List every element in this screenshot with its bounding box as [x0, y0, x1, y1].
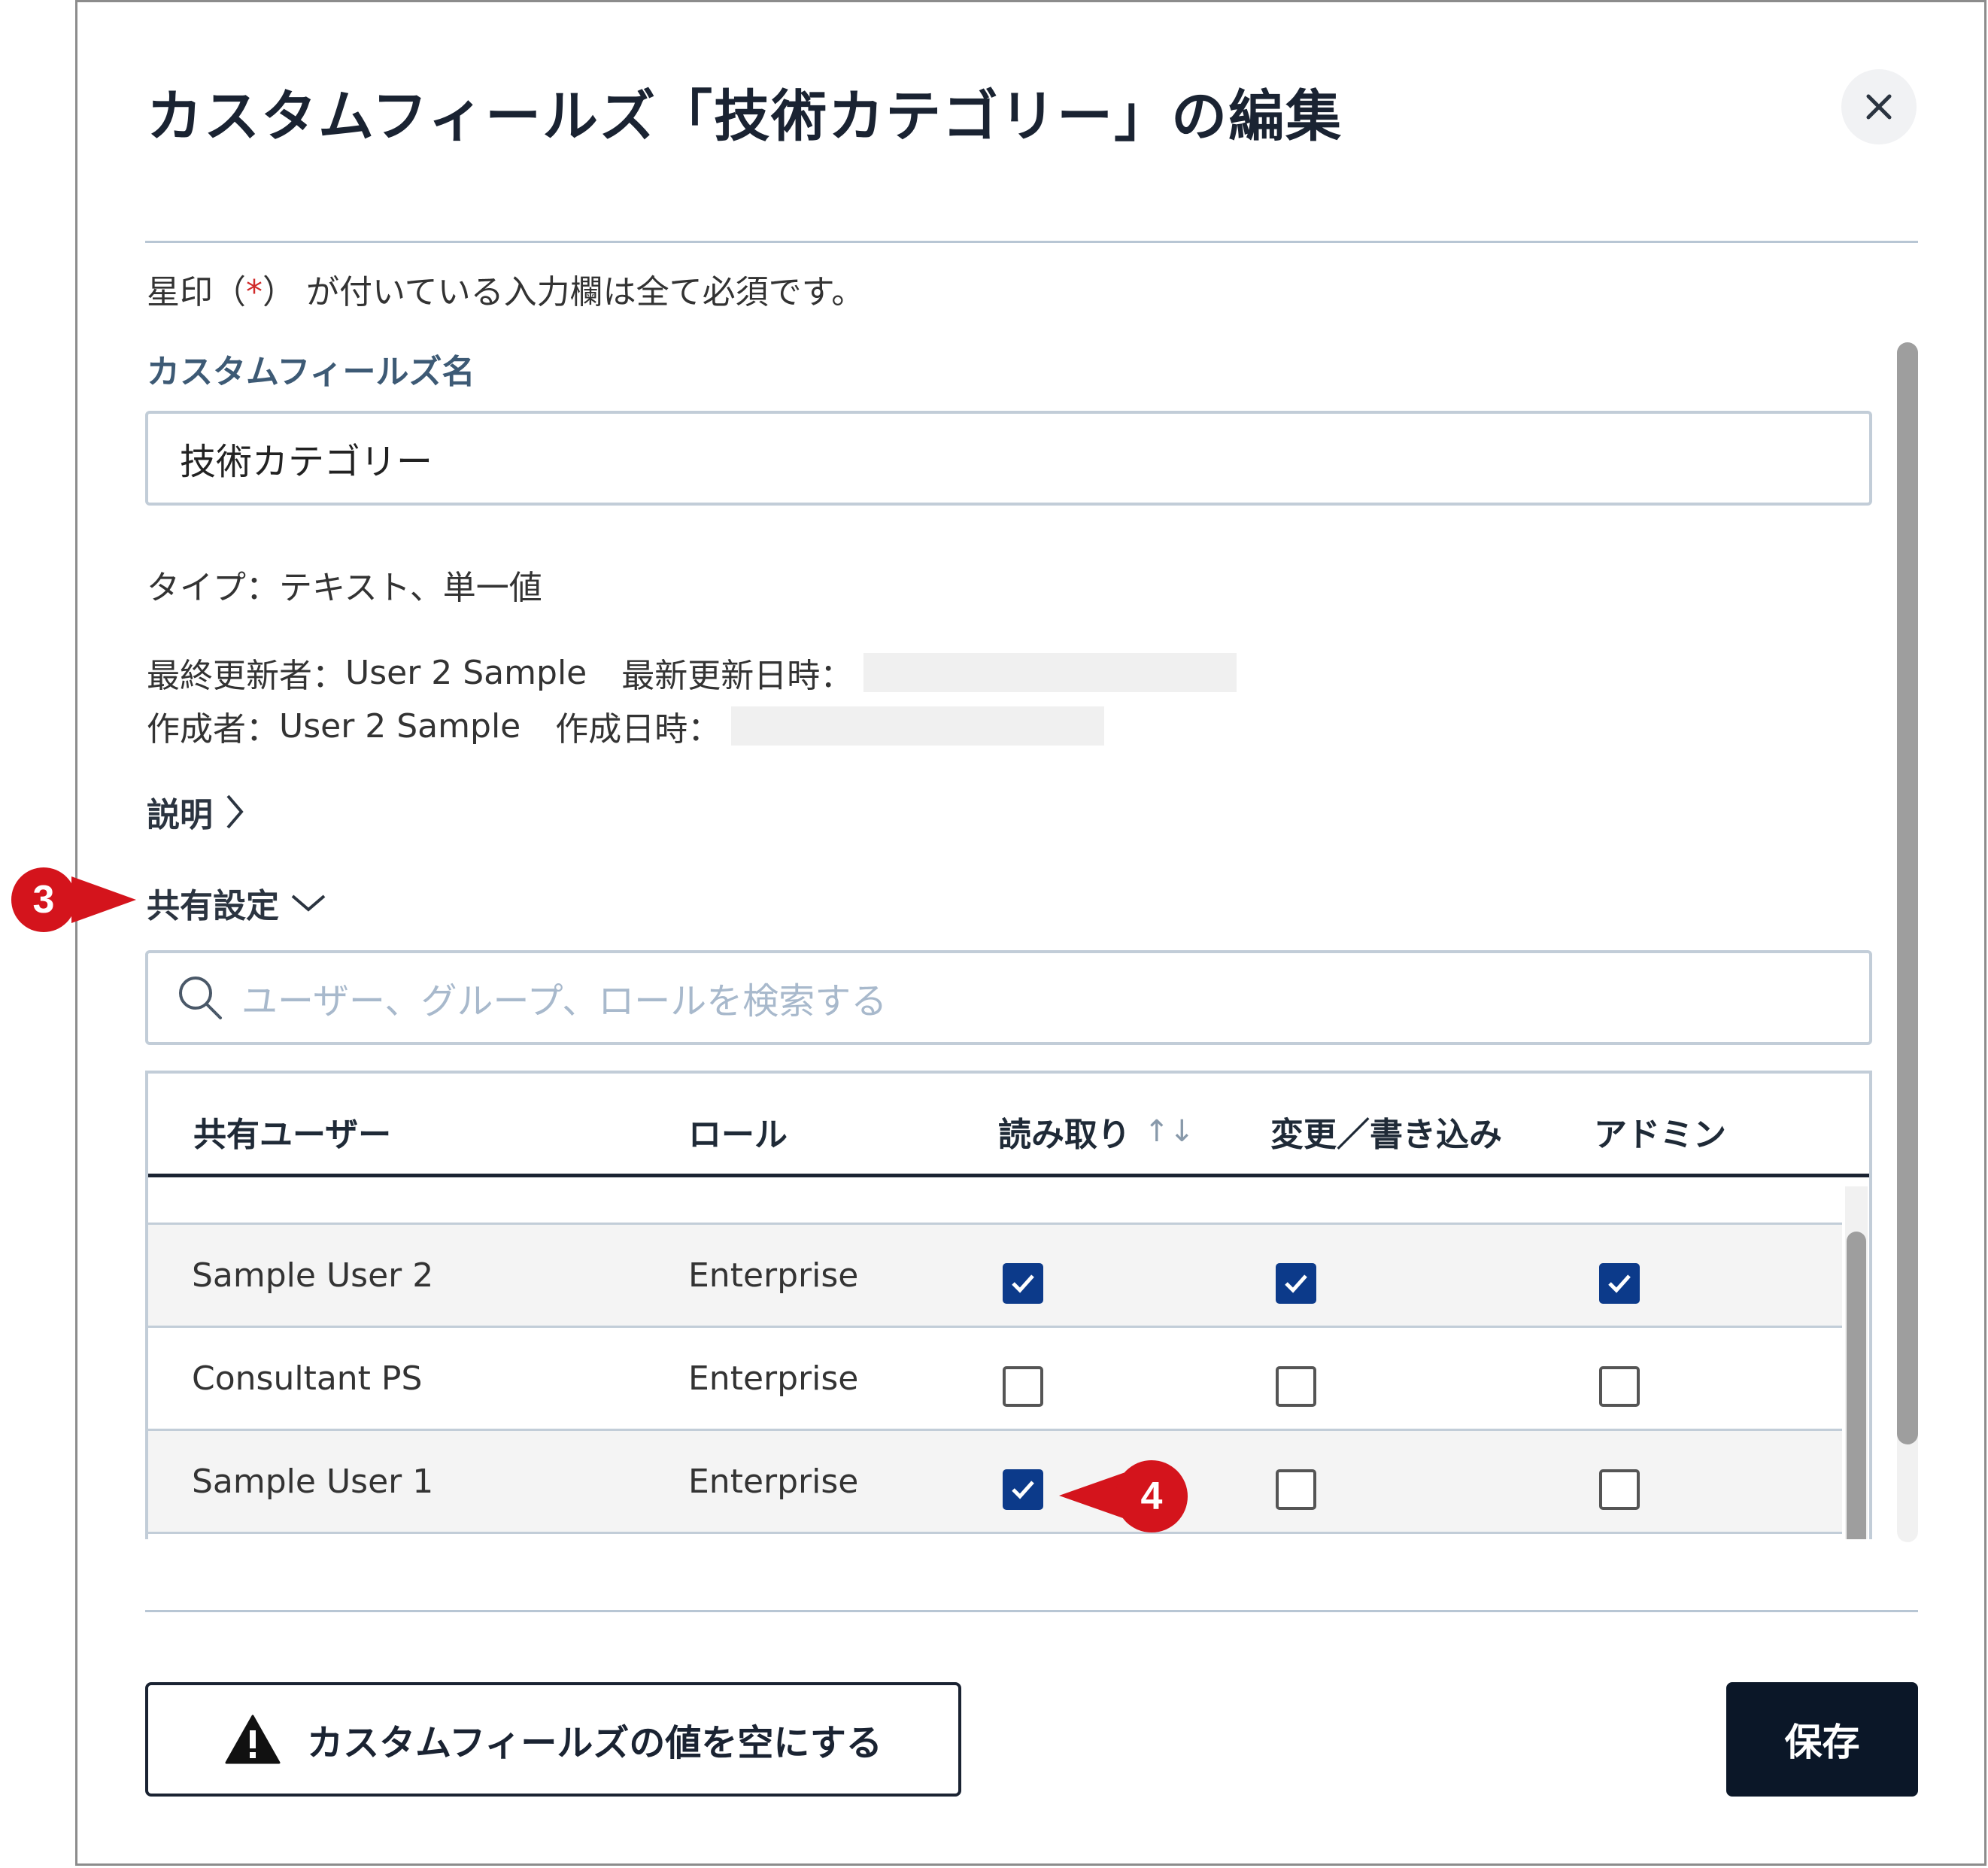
footer-divider [145, 1610, 1918, 1612]
last-updated-at-label: 最新更新日時： [621, 657, 854, 695]
created-line: 作成者： User 2 Sample 作成日時： [147, 702, 1105, 750]
admin-checkbox[interactable] [1599, 1469, 1640, 1510]
created-at-label: 作成日時： [555, 710, 721, 749]
field-name-value: 技術カテゴリー [180, 441, 433, 483]
search-placeholder: ユーザー、グループ、ロールを検索する [241, 980, 888, 1022]
field-name-input[interactable]: 技術カテゴリー [145, 411, 1872, 506]
chevron-down-icon [291, 895, 326, 912]
last-updated-line: 最終更新者： User 2 Sample 最新更新日時： [147, 648, 1237, 697]
header-divider [145, 241, 1918, 243]
col-header-user: 共有ユーザー [193, 1116, 392, 1154]
clear-values-label: カスタムフィールズの値を空にする [307, 1722, 882, 1764]
user-role: Enterprise [688, 1256, 859, 1295]
table-scrollbar-thumb[interactable] [1847, 1232, 1866, 1539]
read-checkbox[interactable] [1003, 1263, 1043, 1304]
clear-values-button[interactable]: カスタムフィールズの値を空にする [145, 1682, 961, 1797]
dialog-title: カスタムフィールズ「技術カテゴリー」の編集 [147, 84, 1343, 149]
callout-3: 3 [11, 867, 76, 932]
col-header-admin: アドミン [1594, 1116, 1726, 1154]
admin-checkbox[interactable] [1599, 1366, 1640, 1407]
user-role: Enterprise [688, 1462, 859, 1501]
check-icon [1285, 1274, 1307, 1293]
admin-checkbox[interactable] [1599, 1263, 1640, 1304]
search-icon [179, 977, 222, 1019]
required-asterisk: * [246, 273, 263, 311]
description-toggle-label: 説明 [147, 796, 213, 834]
close-icon [1866, 94, 1892, 120]
warning-icon [225, 1715, 281, 1764]
read-checkbox[interactable] [1003, 1366, 1043, 1407]
table-row-empty [148, 1177, 1842, 1225]
redacted-updated-date [863, 653, 1237, 692]
col-header-write: 変更／書き込み [1270, 1116, 1502, 1154]
check-icon [1608, 1274, 1631, 1293]
write-checkbox[interactable] [1276, 1263, 1316, 1304]
user-name: Sample User 2 [192, 1256, 434, 1295]
check-icon [1012, 1274, 1034, 1293]
created-by-label: 作成者： [147, 710, 279, 749]
callout-3-pointer [71, 876, 136, 923]
write-checkbox[interactable] [1276, 1366, 1316, 1407]
table-header: 共有ユーザー ロール 読み取り ↑↓ 変更／書き込み アドミン [148, 1074, 1869, 1177]
callout-4: 4 [1115, 1460, 1188, 1532]
field-name-label: カスタムフィールズ名 [147, 353, 475, 391]
col-header-read-label: 読み取り [998, 1116, 1131, 1154]
check-icon [1012, 1481, 1034, 1499]
table-row: Consultant PS Enterprise [148, 1328, 1842, 1431]
chevron-right-icon [226, 794, 244, 829]
redacted-created-date [731, 706, 1105, 746]
table-row: Sample User 1 Enterprise [148, 1431, 1842, 1534]
close-button[interactable] [1841, 69, 1917, 144]
dialog-scrollbar-thumb[interactable] [1897, 342, 1918, 1444]
created-by-value: User 2 Sample [279, 706, 521, 746]
required-note: 星印（*） が付いている入力欄は全て必須です。 [147, 273, 865, 311]
description-toggle[interactable]: 説明 [147, 788, 246, 836]
sharing-search-input[interactable]: ユーザー、グループ、ロールを検索する [145, 950, 1872, 1045]
sharing-settings-label: 共有設定 [147, 887, 279, 925]
last-updated-by-value: User 2 Sample [345, 653, 587, 692]
user-name: Consultant PS [192, 1359, 423, 1398]
read-checkbox[interactable] [1003, 1469, 1043, 1510]
save-button[interactable]: 保存 [1726, 1682, 1918, 1797]
sharing-settings-toggle[interactable]: 共有設定 [147, 879, 327, 927]
user-role: Enterprise [688, 1359, 859, 1398]
last-updated-by-label: 最終更新者： [147, 657, 345, 695]
table-row: Sample User 2 Enterprise [148, 1225, 1842, 1328]
col-header-role: ロール [688, 1116, 788, 1154]
col-header-read[interactable]: 読み取り ↑↓ [998, 1107, 1194, 1156]
sort-icon[interactable]: ↑↓ [1144, 1114, 1194, 1149]
sharing-table: 共有ユーザー ロール 読み取り ↑↓ 変更／書き込み アドミン Sample U… [145, 1071, 1872, 1539]
user-name: Sample User 1 [192, 1462, 434, 1501]
write-checkbox[interactable] [1276, 1469, 1316, 1510]
field-type-text: タイプ：テキスト、単一値 [147, 569, 542, 607]
